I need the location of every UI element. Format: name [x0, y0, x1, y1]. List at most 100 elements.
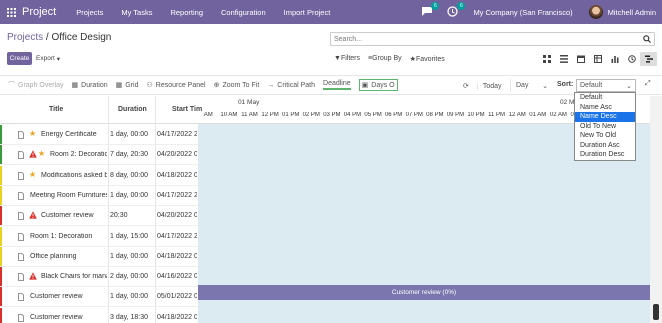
table-row[interactable]: ★ Modifications asked by 8 day, 00:00 04/18… — [0, 165, 198, 186]
chevron-down-icon: ⌄ — [626, 82, 632, 90]
sort-option[interactable]: Duration Desc — [575, 150, 635, 160]
document-icon[interactable] — [18, 171, 24, 180]
document-icon[interactable] — [18, 212, 24, 221]
export-button[interactable]: Export ▾ — [36, 52, 60, 65]
sort-option[interactable]: Default — [575, 93, 635, 103]
deadline-button[interactable]: Deadline — [323, 80, 351, 90]
grid-button[interactable]: ▦ Grid — [116, 81, 139, 90]
zoom-to-fit-button[interactable]: ⊕ Zoom To Fit — [214, 81, 260, 90]
document-icon[interactable] — [18, 293, 24, 302]
favorites-button[interactable]: ★Favorites — [410, 55, 445, 63]
column-header-title[interactable]: Title — [49, 106, 63, 113]
duration-button[interactable]: ▦ Duration — [72, 81, 108, 90]
list-view-button[interactable] — [555, 52, 572, 66]
task-start: 05/01/2022 0 — [157, 293, 197, 301]
priority-flag — [0, 185, 2, 205]
menu-import-project[interactable]: Import Project — [284, 8, 331, 17]
document-icon[interactable] — [18, 131, 24, 139]
menu-projects[interactable]: Projects — [76, 8, 103, 17]
document-icon[interactable] — [18, 151, 24, 160]
star-icon[interactable]: ★ — [29, 170, 36, 179]
sort-option[interactable]: Duration Asc — [575, 141, 635, 151]
table-row[interactable]: Office planning 1 day, 00:00 04/18/2022 0 — [0, 246, 198, 267]
gantt-task-bar-label: Customer review (0%) — [391, 289, 457, 296]
table-row[interactable]: Customer review 1 day, 00:00 05/01/2022 0 — [0, 287, 198, 308]
search-input[interactable]: Search... — [330, 32, 655, 46]
vertical-scrollbar[interactable] — [650, 96, 662, 323]
warning-icon — [29, 272, 37, 280]
search-options: ▼Filters ≡Group By ★Favorites — [334, 55, 445, 63]
priority-flag — [0, 165, 2, 185]
menu-my-tasks[interactable]: My Tasks — [121, 8, 152, 17]
sort-select[interactable]: Default ⌄ — [576, 79, 636, 92]
document-icon[interactable] — [18, 252, 24, 261]
timeline-hour: 04 PM — [343, 112, 362, 118]
document-icon[interactable] — [18, 191, 24, 200]
user-menu[interactable]: Mitchell Admin — [608, 8, 656, 17]
apps-menu-icon[interactable] — [0, 0, 22, 24]
days-off-button[interactable]: ▣ Days O — [358, 79, 398, 91]
graph-overlay-label: Graph Overlay — [18, 81, 64, 89]
sort-option[interactable]: Name Asc — [575, 103, 635, 113]
group-by-button[interactable]: ≡Group By — [368, 55, 402, 63]
table-row[interactable]: ★ Room 2: Decoration 7 day, 20:30 04/20/202… — [0, 145, 198, 166]
pivot-view-button[interactable] — [589, 52, 606, 66]
export-label: Export — [36, 55, 55, 62]
create-button[interactable]: Create — [7, 52, 32, 65]
task-duration: 8 day, 00:00 — [110, 171, 149, 179]
star-icon[interactable]: ★ — [38, 150, 45, 158]
group-by-label: Group By — [372, 55, 402, 62]
menu-reporting[interactable]: Reporting — [170, 8, 203, 17]
task-start: 04/20/2022 0 — [157, 151, 197, 159]
calendar-view-button[interactable] — [572, 52, 589, 66]
search-icon[interactable] — [643, 35, 651, 45]
table-row[interactable]: Customer review 20:30 04/20/2022 0 — [0, 206, 198, 227]
activities-button[interactable]: 6 — [447, 2, 466, 18]
task-icons — [29, 272, 37, 280]
gantt-icon — [644, 55, 653, 63]
star-icon[interactable]: ★ — [29, 130, 36, 138]
warning-icon — [29, 150, 37, 158]
document-icon[interactable] — [18, 232, 24, 241]
expand-icon[interactable]: ⤢ — [645, 80, 651, 88]
graph-view-button[interactable] — [606, 52, 623, 66]
clock-icon — [627, 55, 636, 63]
avatar[interactable] — [588, 5, 603, 19]
table-row[interactable]: Customer review 3 day, 18:30 04/18/2022 0 — [0, 307, 198, 323]
table-row[interactable]: Room 1: Decoration 1 day, 15:00 04/17/2022… — [0, 226, 198, 247]
task-icons: ★ — [29, 150, 45, 158]
gantt-task-bar[interactable]: Customer review (0%) — [198, 285, 650, 300]
document-icon[interactable] — [18, 273, 24, 281]
messages-button[interactable]: 6 — [421, 2, 440, 18]
table-row[interactable]: Meeting Room Furnitures 1 day, 00:00 04/17… — [0, 185, 198, 206]
breadcrumb-projects[interactable]: Projects — [7, 32, 43, 43]
filters-button[interactable]: ▼Filters — [334, 55, 360, 63]
sort-option[interactable]: Old To New — [575, 122, 635, 132]
column-header-duration[interactable]: Duration — [118, 106, 147, 113]
scale-select[interactable]: Day ⌄ — [510, 79, 550, 92]
task-title: Meeting Room Furnitures — [30, 191, 107, 199]
refresh-icon[interactable]: ⟳ — [463, 82, 469, 90]
resource-panel-button[interactable]: ⚇ Resource Panel — [146, 81, 205, 90]
graph-overlay-button[interactable]: ⌒ Graph Overlay — [8, 80, 64, 90]
app-name[interactable]: Project — [22, 6, 56, 18]
sort-option[interactable]: New To Old — [575, 131, 635, 141]
activity-view-button[interactable] — [623, 52, 640, 66]
table-icon — [593, 55, 602, 63]
breadcrumb: Projects / Office Design — [7, 32, 111, 43]
search-placeholder: Search... — [334, 35, 363, 43]
sort-option[interactable]: Name Desc — [575, 112, 635, 122]
bar-chart-icon — [611, 56, 618, 63]
task-duration: 1 day, 00:00 — [110, 191, 149, 199]
company-switcher[interactable]: My Company (San Francisco) — [473, 8, 572, 17]
table-row[interactable]: Black Chairs for mana 2 day, 00:00 04/16/2… — [0, 267, 198, 288]
scrollbar-thumb[interactable] — [653, 304, 659, 320]
task-icons: ★ — [29, 130, 36, 138]
table-row[interactable]: ★ Energy Certificate 1 day, 00:00 04/17/202… — [0, 125, 198, 145]
critical-path-button[interactable]: → Critical Path — [267, 82, 315, 89]
kanban-view-button[interactable] — [538, 52, 555, 66]
menu-configuration[interactable]: Configuration — [221, 8, 266, 17]
today-button[interactable]: Today — [476, 82, 502, 90]
document-icon[interactable] — [18, 313, 24, 322]
gantt-view-button[interactable] — [640, 52, 657, 66]
